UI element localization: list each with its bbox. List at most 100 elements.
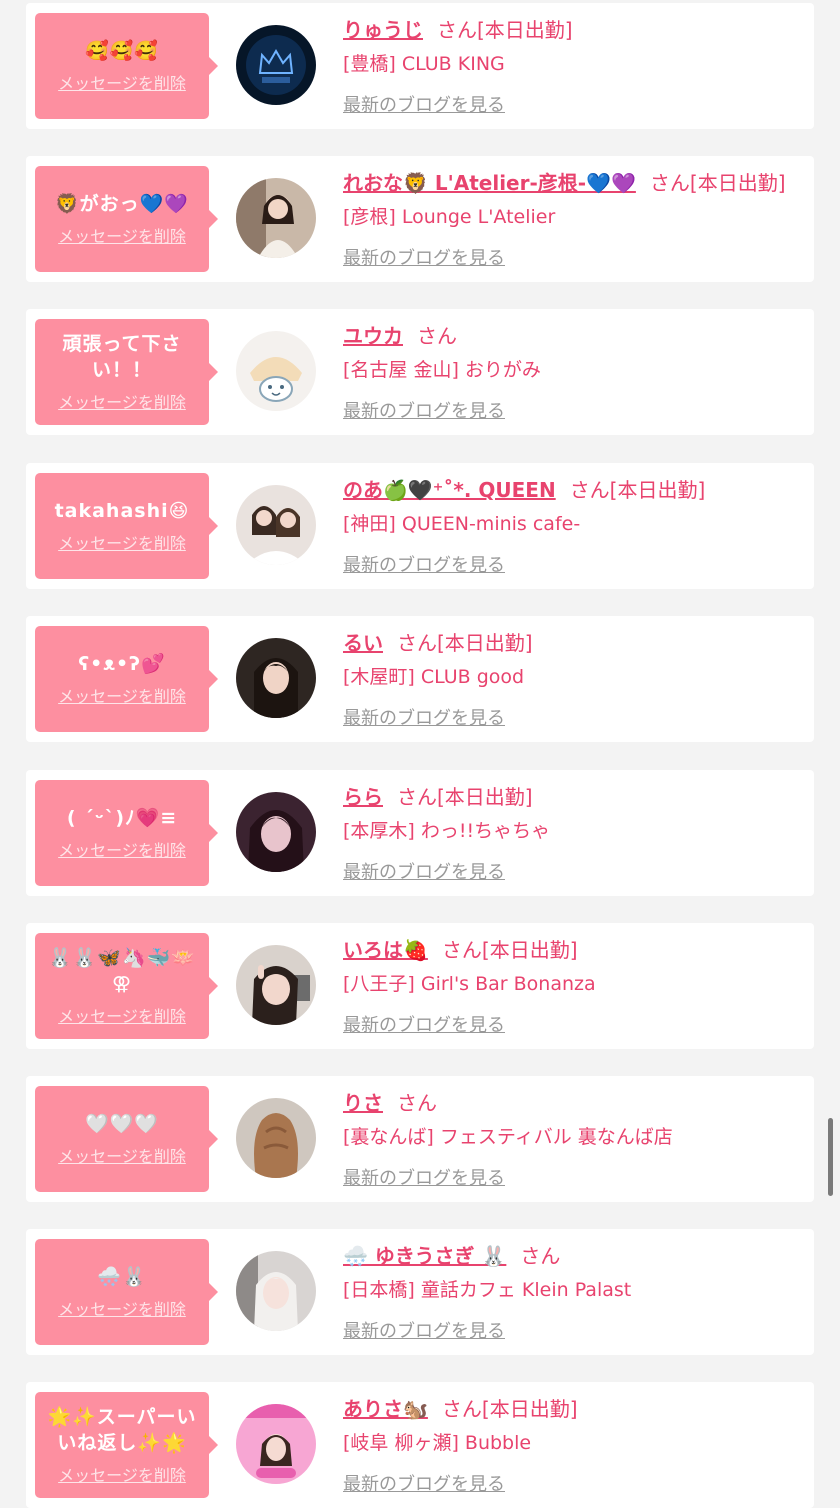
delete-message-link[interactable]: メッセージを削除	[58, 1003, 186, 1027]
message-bubble: 🌨️🐰 メッセージを削除	[35, 1239, 218, 1345]
list-item: 🤍🤍🤍 メッセージを削除 りさ さん [裏なんば] フェスティバル 裏なんば店 最…	[26, 1076, 814, 1202]
message-text: 頑張って下さい！！	[62, 333, 182, 381]
list-item: 🦁がおっ💙💜 メッセージを削除 れおな🦁 L'Atelier-彦根-💙💜 さん[本…	[26, 156, 814, 282]
shop-name: [彦根] Lounge L'Atelier	[343, 206, 556, 228]
cast-info: ありさ🐿️ さん[本日出勤] [岐阜 柳ヶ瀬] Bubble 最新のブログを見る	[343, 1394, 804, 1496]
delete-message-link[interactable]: メッセージを削除	[58, 530, 186, 554]
person-photo-icon	[236, 178, 316, 258]
latest-blog-link[interactable]: 最新のブログを見る	[343, 858, 505, 884]
cast-info: れおな🦁 L'Atelier-彦根-💙💜 さん[本日出勤] [彦根] Lounge…	[343, 168, 804, 270]
message-bubble: takahashi😆 メッセージを削除	[35, 473, 218, 579]
person-photo-icon	[236, 1098, 316, 1178]
shop-name: [日本橋] 童話カフェ Klein Palast	[343, 1279, 632, 1301]
person-photo-icon	[236, 945, 316, 1025]
cast-info: りゅうじ さん[本日出勤] [豊橋] CLUB KING 最新のブログを見る	[343, 15, 804, 117]
list-item: 🌨️🐰 メッセージを削除 🌨️ ゆきうさぎ 🐰 さん [日本橋] 童話カフェ Kl…	[26, 1229, 814, 1355]
delete-message-link[interactable]: メッセージを削除	[58, 683, 186, 707]
cast-name-link[interactable]: るい	[343, 631, 383, 655]
avatar[interactable]	[236, 1098, 316, 1178]
message-bubble: ( ˊᵕˋ)ﾉ💗≡ メッセージを削除	[35, 780, 218, 886]
message-bubble: 🥰🥰🥰 メッセージを削除	[35, 13, 218, 119]
message-bubble: 🌟✨スーパーいいね返し✨🌟 メッセージを削除	[35, 1392, 218, 1498]
cast-info: ユウカ さん [名古屋 金山] おりがみ 最新のブログを見る	[343, 321, 804, 423]
list-item: 🌟✨スーパーいいね返し✨🌟 メッセージを削除 ありさ🐿️ さん[本日出勤] [岐阜…	[26, 1382, 814, 1508]
delete-message-link[interactable]: メッセージを削除	[58, 70, 186, 94]
latest-blog-link[interactable]: 最新のブログを見る	[343, 91, 505, 117]
shop-name: [裏なんば] フェスティバル 裏なんば店	[343, 1126, 673, 1148]
delete-message-link[interactable]: メッセージを削除	[58, 389, 186, 413]
latest-blog-link[interactable]: 最新のブログを見る	[343, 1011, 505, 1037]
crown-logo-icon	[236, 25, 316, 105]
latest-blog-link[interactable]: 最新のブログを見る	[343, 1164, 505, 1190]
cast-name-link[interactable]: のあ🍏🖤⁺˚*. QUEEN	[343, 478, 556, 502]
bubble-logo-icon	[236, 1404, 316, 1484]
message-text: 🌟✨スーパーいいね返し✨🌟	[47, 1406, 197, 1454]
list-item: ( ˊᵕˋ)ﾉ💗≡ メッセージを削除 らら さん[本日出勤] [本厚木] わっ!!…	[26, 770, 814, 896]
avatar[interactable]	[236, 1404, 316, 1484]
message-text: ʕ•ᴥ•ʔ💕	[78, 653, 166, 675]
message-text: 🤍🤍🤍	[85, 1113, 159, 1135]
cast-name-link[interactable]: れおな🦁 L'Atelier-彦根-💙💜	[343, 171, 636, 195]
cast-info: いろは🍓 さん[本日出勤] [八王子] Girl's Bar Bonanza 最新…	[343, 935, 804, 1037]
latest-blog-link[interactable]: 最新のブログを見る	[343, 397, 505, 423]
avatar[interactable]	[236, 638, 316, 718]
list-item: 🐰🐰🦋🦄🐳🪷⚢ メッセージを削除 いろは🍓 さん[本日出勤] [八王子] Girl…	[26, 923, 814, 1049]
message-text: ( ˊᵕˋ)ﾉ💗≡	[66, 807, 178, 829]
cast-name-link[interactable]: ユウカ	[343, 324, 403, 348]
cast-status: さん[本日出勤]	[649, 171, 786, 195]
message-text: 🦁がおっ💙💜	[55, 193, 189, 215]
avatar[interactable]	[236, 1251, 316, 1331]
message-text: takahashi😆	[54, 500, 190, 522]
cast-status: さん[本日出勤]	[441, 1397, 578, 1421]
shop-name: [豊橋] CLUB KING	[343, 53, 505, 75]
message-text: 🐰🐰🦋🦄🐳🪷⚢	[48, 947, 196, 995]
message-text: 🌨️🐰	[97, 1266, 147, 1288]
latest-blog-link[interactable]: 最新のブログを見る	[343, 244, 505, 270]
person-photo-icon	[236, 1251, 316, 1331]
latest-blog-link[interactable]: 最新のブログを見る	[343, 1317, 505, 1343]
latest-blog-link[interactable]: 最新のブログを見る	[343, 704, 505, 730]
cast-name-link[interactable]: 🌨️ ゆきうさぎ 🐰	[343, 1244, 506, 1268]
list-item: 頑張って下さい！！ メッセージを削除 ユウカ さん [名古屋 金山] おりがみ 最…	[26, 309, 814, 435]
avatar[interactable]	[236, 485, 316, 565]
person-photo-icon	[236, 792, 316, 872]
shop-name: [八王子] Girl's Bar Bonanza	[343, 973, 596, 995]
avatar[interactable]	[236, 331, 316, 411]
message-bubble: 🐰🐰🦋🦄🐳🪷⚢ メッセージを削除	[35, 933, 218, 1039]
message-text: 🥰🥰🥰	[85, 40, 159, 62]
cast-name-link[interactable]: りゅうじ	[343, 18, 423, 42]
cast-status: さん	[520, 1244, 561, 1268]
delete-message-link[interactable]: メッセージを削除	[58, 223, 186, 247]
delete-message-link[interactable]: メッセージを削除	[58, 837, 186, 861]
avatar[interactable]	[236, 792, 316, 872]
list-item: 🥰🥰🥰 メッセージを削除 りゅうじ さん[本日出勤] [豊橋] CLUB KING…	[26, 3, 814, 129]
avatar[interactable]	[236, 178, 316, 258]
scrollbar[interactable]	[828, 1118, 833, 1196]
cast-name-link[interactable]: りさ	[343, 1091, 383, 1115]
delete-message-link[interactable]: メッセージを削除	[58, 1143, 186, 1167]
cartoon-face-icon	[236, 331, 316, 411]
cast-name-link[interactable]: ありさ🐿️	[343, 1397, 428, 1421]
latest-blog-link[interactable]: 最新のブログを見る	[343, 1470, 505, 1496]
cast-name-link[interactable]: いろは🍓	[343, 938, 428, 962]
delete-message-link[interactable]: メッセージを削除	[58, 1296, 186, 1320]
person-photo-icon	[236, 485, 316, 565]
shop-name: [岐阜 柳ヶ瀬] Bubble	[343, 1432, 532, 1454]
cast-info: らら さん[本日出勤] [本厚木] わっ!!ちゃちゃ 最新のブログを見る	[343, 782, 804, 884]
cast-status: さん[本日出勤]	[397, 631, 533, 655]
message-bubble: 頑張って下さい！！ メッセージを削除	[35, 319, 218, 425]
avatar[interactable]	[236, 945, 316, 1025]
cast-info: るい さん[本日出勤] [木屋町] CLUB good 最新のブログを見る	[343, 628, 804, 730]
delete-message-link[interactable]: メッセージを削除	[58, 1462, 186, 1486]
cast-status: さん[本日出勤]	[437, 18, 573, 42]
shop-name: [本厚木] わっ!!ちゃちゃ	[343, 820, 551, 842]
message-bubble: ʕ•ᴥ•ʔ💕 メッセージを削除	[35, 626, 218, 732]
cast-name-link[interactable]: らら	[343, 785, 383, 809]
shop-name: [木屋町] CLUB good	[343, 666, 525, 688]
message-bubble: 🦁がおっ💙💜 メッセージを削除	[35, 166, 218, 272]
cast-info: りさ さん [裏なんば] フェスティバル 裏なんば店 最新のブログを見る	[343, 1088, 804, 1190]
latest-blog-link[interactable]: 最新のブログを見る	[343, 551, 505, 577]
shop-name: [名古屋 金山] おりがみ	[343, 359, 541, 381]
message-bubble: 🤍🤍🤍 メッセージを削除	[35, 1086, 218, 1192]
avatar[interactable]	[236, 25, 316, 105]
